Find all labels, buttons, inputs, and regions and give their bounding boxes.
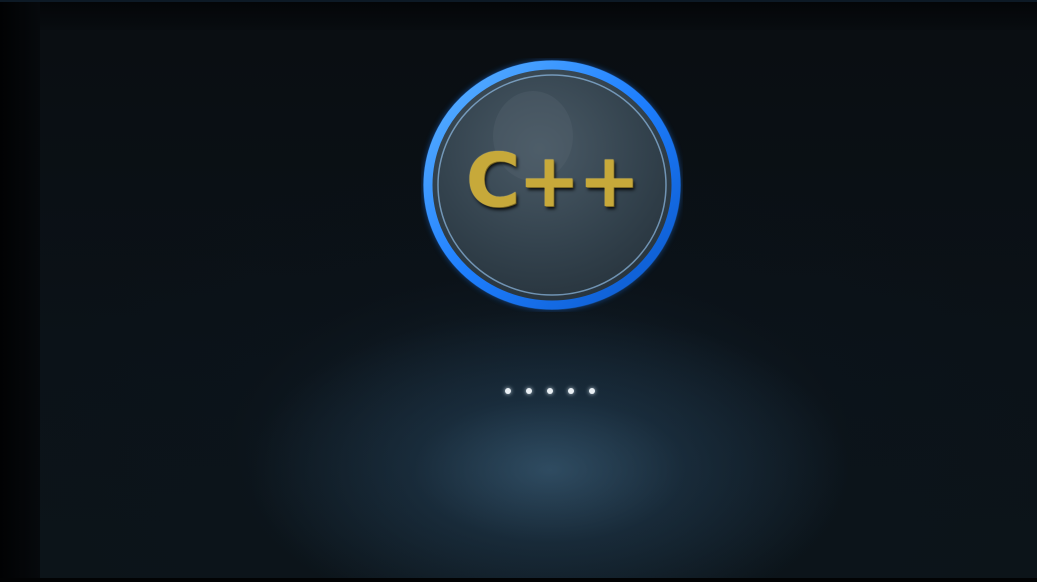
loading-dot	[526, 388, 532, 394]
loading-dot	[589, 388, 595, 394]
cpp-logo-text: C++	[465, 138, 640, 224]
screen-left-bezel	[0, 2, 40, 582]
screen-top-bezel	[0, 2, 1037, 30]
cpp-logo-icon: C++	[421, 58, 683, 312]
loading-dot	[547, 388, 553, 394]
loading-indicator	[505, 388, 605, 398]
loading-dot	[568, 388, 574, 394]
splash-screen: C++	[0, 0, 1037, 582]
loading-dot	[505, 388, 511, 394]
screen-bottom-bezel	[0, 578, 1037, 582]
